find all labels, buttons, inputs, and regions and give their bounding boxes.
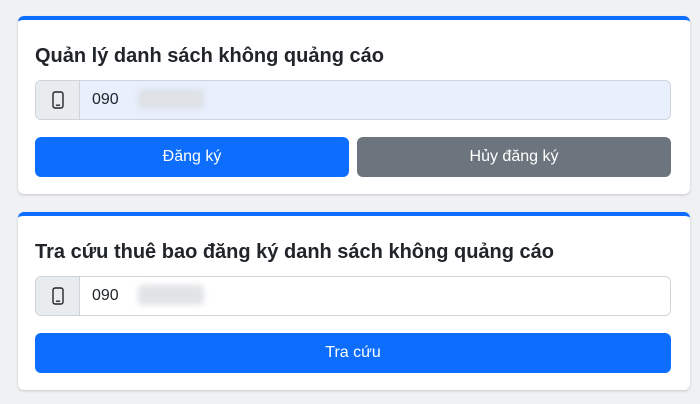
register-phone-input-group bbox=[35, 80, 671, 120]
lookup-button[interactable]: Tra cứu bbox=[35, 333, 671, 373]
register-phone-input[interactable] bbox=[80, 81, 670, 119]
lookup-phone-input[interactable] bbox=[80, 277, 670, 315]
mobile-phone-icon bbox=[36, 81, 80, 119]
unregister-button[interactable]: Hủy đăng ký bbox=[357, 137, 671, 177]
register-button[interactable]: Đăng ký bbox=[35, 137, 349, 177]
lookup-phone-input-group bbox=[35, 276, 671, 316]
register-card-title: Quản lý danh sách không quảng cáo bbox=[35, 45, 384, 67]
lookup-card-title: Tra cứu thuê bao đăng ký danh sách không… bbox=[35, 241, 555, 263]
mobile-phone-icon bbox=[36, 277, 80, 315]
register-card: Quản lý danh sách không quảng cáo Đăng k… bbox=[18, 16, 690, 194]
lookup-card: Tra cứu thuê bao đăng ký danh sách không… bbox=[18, 212, 690, 390]
